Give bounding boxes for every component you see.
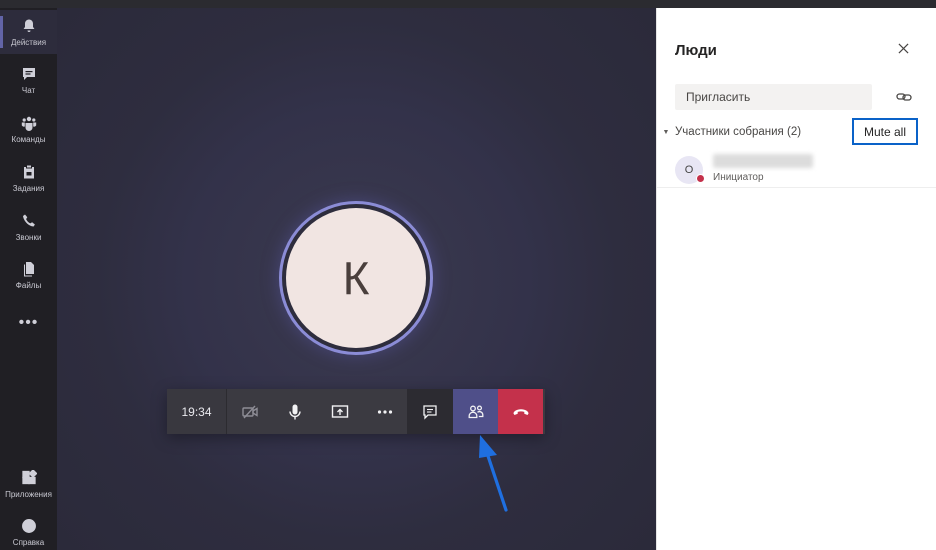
people-panel: Люди Пригласить ▼ Участники собрания (2)…: [656, 8, 936, 550]
call-timer: 19:34: [167, 389, 227, 434]
more-icon: [377, 409, 392, 414]
rail-item-files[interactable]: Файлы: [0, 253, 57, 297]
files-icon: [23, 261, 34, 276]
copy-link-icon[interactable]: [895, 88, 913, 106]
chevron-down-icon: ▼: [662, 128, 670, 136]
more-actions-button[interactable]: [362, 389, 407, 434]
microphone-icon: [288, 404, 301, 419]
camera-toggle-button[interactable]: [227, 389, 272, 434]
avatar-initial: К: [286, 208, 426, 348]
meeting-chat-button[interactable]: [407, 389, 453, 434]
participant-avatar: К: [279, 201, 433, 355]
annotation-arrow-icon: [479, 435, 508, 512]
rail-item-apps[interactable]: Приложения: [0, 462, 57, 506]
window-top-bar: [0, 0, 936, 8]
rail-label-calls: Звонки: [15, 232, 42, 242]
meeting-participants-section[interactable]: ▼ Участники собрания (2): [661, 122, 802, 142]
participant-role: Инициатор: [713, 172, 764, 183]
status-busy-icon: [696, 174, 705, 183]
rail-label-apps: Приложения: [5, 489, 52, 499]
panel-divider: [657, 187, 936, 188]
close-panel-button[interactable]: [893, 38, 913, 58]
rail-item-chat[interactable]: Чат: [0, 58, 57, 102]
meeting-stage: К 19:34: [57, 8, 656, 550]
help-icon: [21, 518, 36, 533]
rail-item-help[interactable]: Справка: [0, 510, 57, 550]
apps-icon: [21, 469, 37, 484]
mute-all-button[interactable]: Mute all: [852, 118, 918, 145]
close-icon: [897, 42, 909, 54]
section-label: Участники собрания (2): [675, 126, 802, 138]
rail-more-icon[interactable]: •••: [0, 315, 57, 335]
chat-icon: [22, 67, 35, 80]
assignments-icon: [23, 165, 34, 178]
microphone-button[interactable]: [272, 389, 317, 434]
phone-icon: [22, 214, 35, 226]
rail-item-calls[interactable]: Звонки: [0, 205, 57, 249]
rail-label-files: Файлы: [15, 280, 42, 290]
hang-up-button[interactable]: [498, 389, 543, 434]
participant-list-item[interactable]: O Инициатор: [673, 152, 923, 188]
rail-label-activity: Действия: [10, 37, 47, 47]
call-controls-bar: 19:34: [167, 389, 545, 434]
teams-icon: [21, 116, 36, 131]
rail-item-assignments[interactable]: Задания: [0, 156, 57, 200]
panel-title: Люди: [675, 42, 717, 59]
bell-icon: [23, 19, 34, 32]
rail-item-teams[interactable]: Команды: [0, 107, 57, 151]
rail-item-activity[interactable]: Действия: [0, 10, 57, 54]
hang-up-icon: [513, 408, 528, 415]
invite-input[interactable]: Пригласить: [675, 84, 872, 110]
share-screen-button[interactable]: [317, 389, 362, 434]
share-screen-icon: [331, 404, 348, 418]
people-icon: [468, 404, 483, 418]
rail-label-help: Справка: [12, 537, 45, 547]
rail-label-chat: Чат: [21, 85, 36, 95]
app-rail: Действия Чат Команды Задания Звонки Файл…: [0, 8, 57, 550]
chat-icon: [423, 404, 437, 420]
rail-label-assignments: Задания: [12, 183, 45, 193]
show-participants-button[interactable]: [453, 389, 498, 434]
participant-name-blurred: [713, 154, 813, 168]
camera-off-icon: [241, 405, 258, 418]
rail-label-teams: Команды: [11, 134, 46, 144]
